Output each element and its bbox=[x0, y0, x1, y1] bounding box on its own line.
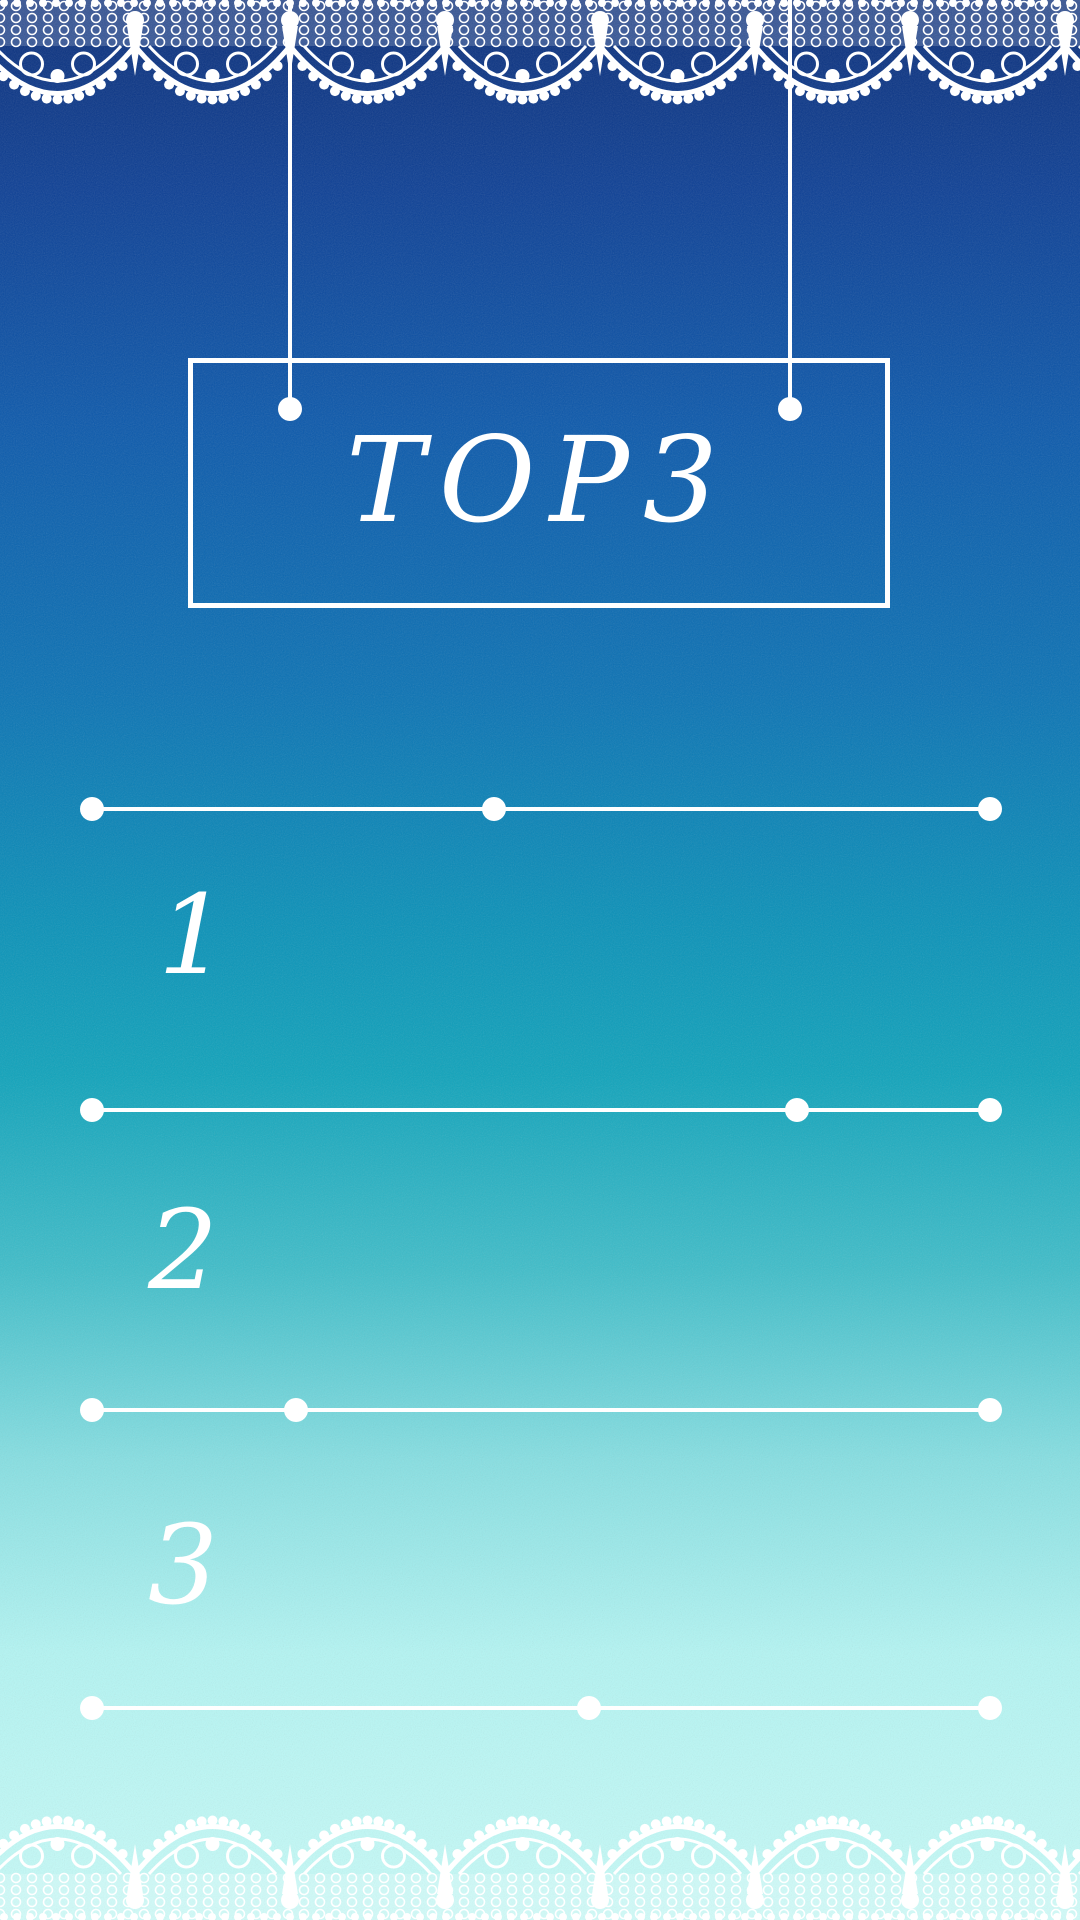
divider-line-2 bbox=[80, 1098, 1002, 1122]
rank-number-1: 1 bbox=[158, 871, 228, 999]
divider-line-1 bbox=[80, 797, 1002, 821]
ranking-template-background: TOP3 1 2 3 bbox=[0, 0, 1080, 1920]
rank-number-2: 2 bbox=[148, 1186, 218, 1314]
rank-number-3: 3 bbox=[148, 1501, 218, 1629]
lace-border-bottom bbox=[0, 1815, 1080, 1920]
lace-border-top bbox=[0, 0, 1080, 105]
divider-line-3 bbox=[80, 1398, 1002, 1422]
title-sign: TOP3 bbox=[188, 358, 890, 608]
title-text: TOP3 bbox=[346, 411, 732, 549]
divider-line-4 bbox=[80, 1696, 1002, 1720]
